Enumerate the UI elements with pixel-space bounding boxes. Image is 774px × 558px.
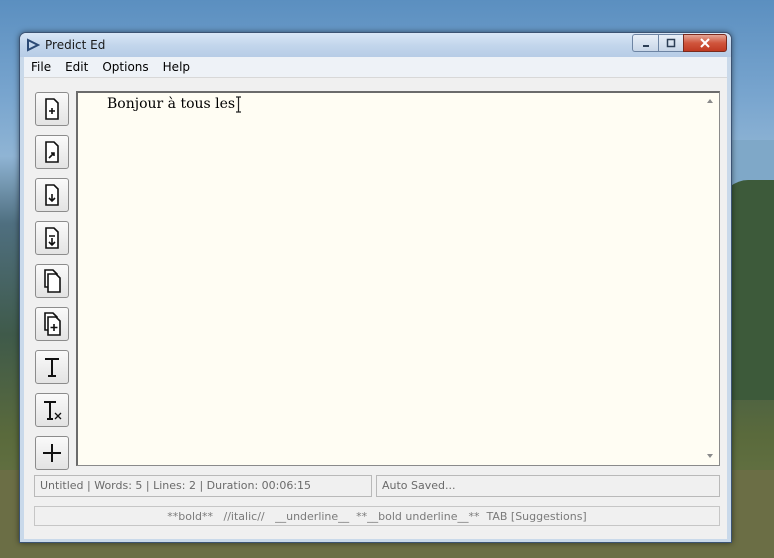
new-document-icon (45, 98, 59, 120)
minimize-icon (642, 45, 649, 47)
copy-documents-icon (44, 269, 61, 293)
new-file-button[interactable] (35, 92, 69, 126)
plus-icon (43, 444, 61, 462)
open-document-icon (45, 141, 59, 163)
client-area: Bonjour à tous les Untitled | Words: 5 |… (24, 77, 727, 539)
add-button[interactable] (35, 436, 69, 470)
text-editor[interactable]: Bonjour à tous les (76, 91, 720, 466)
save-status-field: Auto Saved... (376, 475, 720, 497)
add-document-button[interactable] (35, 307, 69, 341)
vertical-scrollbar[interactable] (702, 93, 719, 464)
window-title: Predict Ed (45, 38, 106, 52)
menu-edit[interactable]: Edit (58, 60, 95, 74)
add-document-icon (44, 312, 61, 336)
copy-button[interactable] (35, 264, 69, 298)
app-icon (27, 38, 40, 52)
text-format-icon (45, 358, 59, 377)
close-button[interactable] (683, 34, 727, 52)
app-window: Predict Ed File Edit Options Help Bonjou… (19, 32, 732, 543)
text-cursor-icon (236, 96, 241, 113)
clear-format-button[interactable] (35, 393, 69, 427)
maximize-icon (666, 38, 676, 48)
scroll-up-arrow-icon[interactable] (707, 99, 713, 103)
close-icon (700, 38, 710, 48)
save-as-button[interactable] (35, 221, 69, 255)
title-bar[interactable]: Predict Ed (20, 33, 731, 57)
menu-bar: File Edit Options Help (24, 57, 727, 77)
text-format-button[interactable] (35, 350, 69, 384)
clear-format-icon (44, 401, 62, 420)
scroll-down-arrow-icon[interactable] (707, 454, 713, 458)
window-controls (632, 34, 727, 52)
menu-help[interactable]: Help (156, 60, 197, 74)
menu-file[interactable]: File (24, 60, 58, 74)
menu-options[interactable]: Options (95, 60, 155, 74)
save-as-document-icon (45, 227, 59, 249)
save-document-icon (45, 184, 59, 206)
save-file-button[interactable] (35, 178, 69, 212)
maximize-button[interactable] (658, 34, 683, 52)
document-status-field: Untitled | Words: 5 | Lines: 2 | Duratio… (34, 475, 372, 497)
formatting-hint-bar: **bold** //italic// __underline__ **__bo… (34, 506, 720, 526)
open-file-button[interactable] (35, 135, 69, 169)
editor-content[interactable]: Bonjour à tous les (107, 96, 240, 112)
minimize-button[interactable] (632, 34, 658, 52)
